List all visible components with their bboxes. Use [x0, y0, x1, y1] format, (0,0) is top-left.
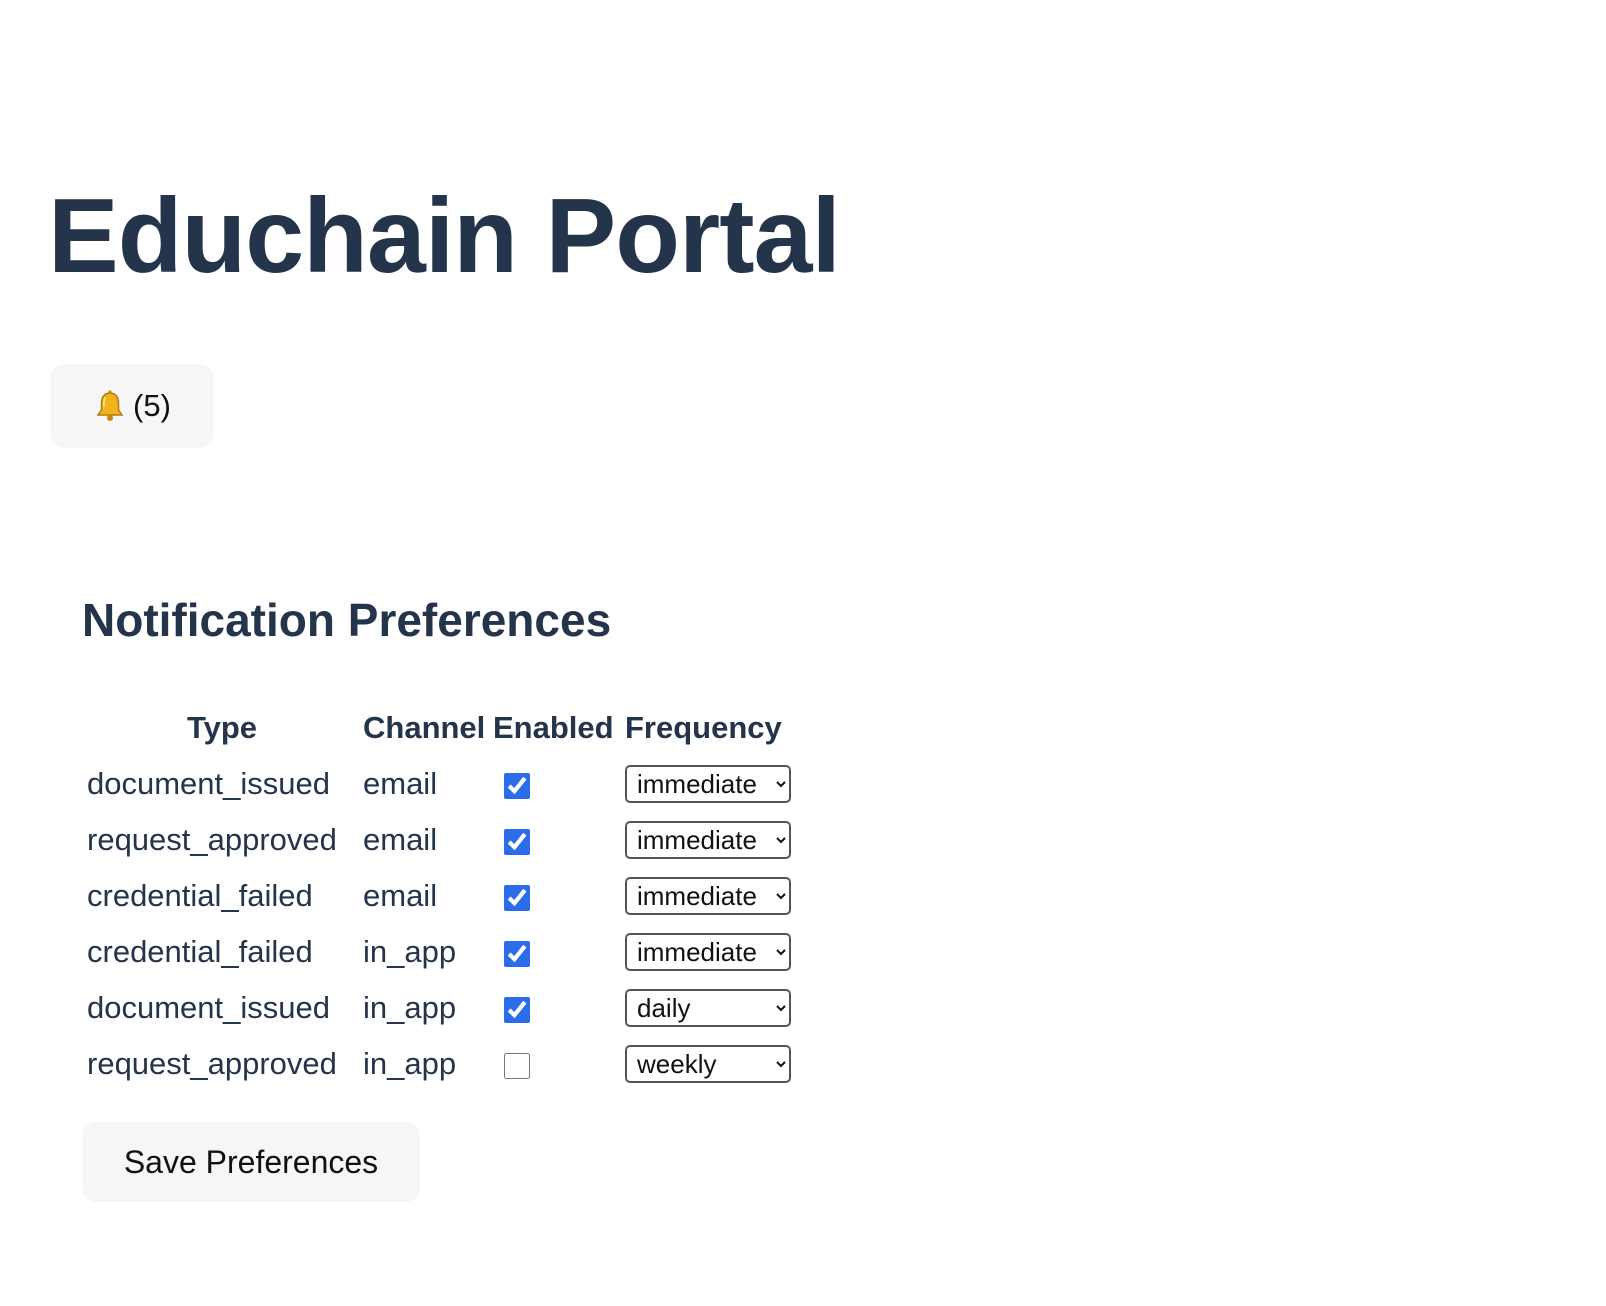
enabled-checkbox[interactable]: [504, 772, 530, 799]
cell-type: request_approved: [87, 822, 337, 857]
cell-frequency: immediatedailyweekly: [622, 1036, 794, 1092]
enabled-checkbox[interactable]: [504, 828, 530, 855]
cell-channel: email: [363, 878, 438, 913]
cell-type: credential_failed: [87, 934, 313, 969]
column-header-enabled: Enabled: [493, 710, 614, 745]
frequency-select[interactable]: immediatedailyweekly: [625, 821, 791, 859]
frequency-select[interactable]: immediatedailyweekly: [625, 877, 791, 915]
column-header-type: Type: [186, 710, 258, 745]
table-row: credential_failed in_app immediatedailyw…: [84, 924, 794, 980]
page-title: Educhain Portal: [48, 177, 841, 295]
frequency-select[interactable]: immediatedailyweekly: [625, 989, 791, 1027]
cell-channel: in_app: [363, 934, 457, 969]
cell-frequency: immediatedailyweekly: [622, 980, 794, 1036]
cell-enabled: [490, 756, 622, 812]
cell-channel: in_app: [363, 1046, 457, 1081]
cell-frequency: immediatedailyweekly: [622, 924, 794, 980]
table-row: document_issued in_app immediatedailywee…: [84, 980, 794, 1036]
enabled-checkbox[interactable]: [504, 1052, 530, 1079]
cell-channel: in_app: [363, 990, 457, 1025]
cell-channel: email: [363, 766, 438, 801]
cell-enabled: [490, 980, 622, 1036]
cell-type: document_issued: [87, 766, 330, 801]
notifications-button[interactable]: (5): [50, 364, 214, 448]
cell-enabled: [490, 868, 622, 924]
cell-channel: email: [363, 822, 438, 857]
preferences-table: Type Channel Enabled Frequency document_…: [84, 700, 794, 1092]
cell-enabled: [490, 812, 622, 868]
column-header-channel: Channel: [363, 710, 486, 745]
frequency-select[interactable]: immediatedailyweekly: [625, 933, 791, 971]
table-row: credential_failed email immediatedailywe…: [84, 868, 794, 924]
frequency-select[interactable]: immediatedailyweekly: [625, 765, 791, 803]
cell-type: credential_failed: [87, 878, 313, 913]
cell-frequency: immediatedailyweekly: [622, 756, 794, 812]
column-header-frequency: Frequency: [625, 710, 782, 745]
save-preferences-button[interactable]: Save Preferences: [82, 1122, 420, 1202]
enabled-checkbox[interactable]: [504, 940, 530, 967]
frequency-select[interactable]: immediatedailyweekly: [625, 1045, 791, 1083]
enabled-checkbox[interactable]: [504, 884, 530, 911]
cell-type: document_issued: [87, 990, 330, 1025]
cell-enabled: [490, 1036, 622, 1092]
cell-frequency: immediatedailyweekly: [622, 868, 794, 924]
cell-frequency: immediatedailyweekly: [622, 812, 794, 868]
notification-count: (5): [133, 388, 171, 423]
cell-type: request_approved: [87, 1046, 337, 1081]
cell-enabled: [490, 924, 622, 980]
bell-icon: [93, 389, 127, 423]
enabled-checkbox[interactable]: [504, 996, 530, 1023]
table-row: request_approved email immediatedailywee…: [84, 812, 794, 868]
table-row: document_issued email immediatedailyweek…: [84, 756, 794, 812]
table-row: request_approved in_app immediatedailywe…: [84, 1036, 794, 1092]
table-header-row: Type Channel Enabled Frequency: [84, 700, 794, 756]
section-heading: Notification Preferences: [82, 594, 612, 646]
